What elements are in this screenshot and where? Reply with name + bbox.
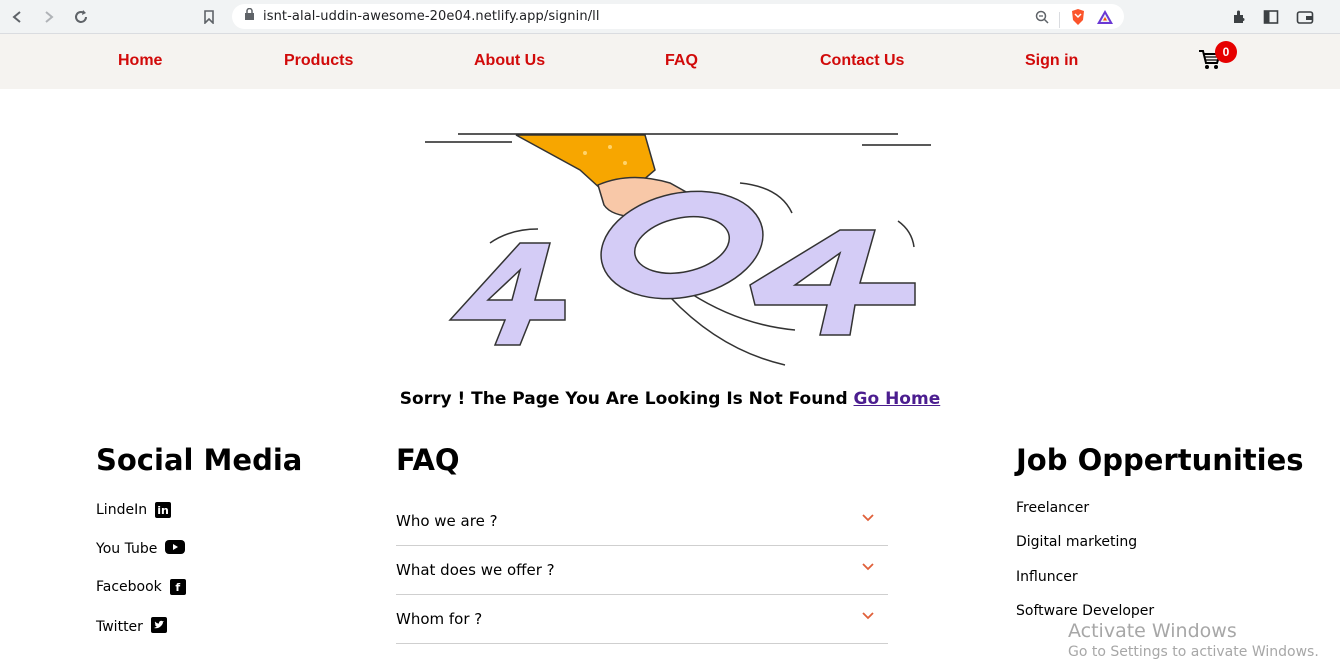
- chevron-down-icon[interactable]: [862, 510, 874, 522]
- social-item-twitter[interactable]: Twitter: [96, 617, 167, 637]
- url-text: isnt-alal-uddin-awesome-20e04.netlify.ap…: [263, 9, 600, 24]
- back-icon[interactable]: [6, 6, 28, 28]
- wallet-icon[interactable]: [1294, 6, 1316, 28]
- social-item-facebook[interactable]: Facebook f: [96, 579, 186, 595]
- nav-home-link[interactable]: Home: [118, 52, 162, 70]
- not-found-message: Sorry ! The Page You Are Looking Is Not …: [0, 389, 1340, 409]
- job-item-freelancer[interactable]: Freelancer: [1016, 500, 1089, 516]
- error-text: Sorry ! The Page You Are Looking Is Not …: [399, 389, 848, 409]
- chevron-down-icon[interactable]: [862, 559, 874, 571]
- go-home-link[interactable]: Go Home: [854, 389, 941, 409]
- faq-item[interactable]: Whom for ?: [396, 596, 888, 644]
- zoom-icon[interactable]: [1035, 10, 1049, 29]
- social-label: You Tube: [96, 541, 158, 557]
- nav-products-link[interactable]: Products: [284, 52, 353, 70]
- facebook-icon: f: [169, 579, 186, 595]
- social-media-title: Social Media: [96, 443, 303, 477]
- job-item-software-developer[interactable]: Software Developer: [1016, 603, 1154, 619]
- activate-windows-watermark: Activate Windows: [1068, 620, 1237, 642]
- faq-question: Who we are ?: [396, 512, 498, 530]
- faq-question: What does we offer ?: [396, 561, 555, 579]
- nav-signin-link[interactable]: Sign in: [1025, 52, 1078, 70]
- youtube-icon: [165, 540, 186, 558]
- social-item-youtube[interactable]: You Tube: [96, 540, 186, 558]
- faq-question: Whom for ?: [396, 610, 483, 628]
- address-bar[interactable]: isnt-alal-uddin-awesome-20e04.netlify.ap…: [232, 4, 1124, 29]
- linkedin-icon: in: [155, 502, 172, 518]
- nav-about-link[interactable]: About Us: [474, 52, 545, 70]
- social-item-linkedin[interactable]: LindeIn in: [96, 502, 172, 518]
- bookmark-icon[interactable]: [198, 6, 220, 28]
- social-label: LindeIn: [96, 502, 148, 518]
- forward-icon[interactable]: [38, 6, 60, 28]
- faq-item[interactable]: Who we are ?: [396, 498, 888, 546]
- extensions-icon[interactable]: [1228, 6, 1250, 28]
- social-label: Twitter: [96, 619, 143, 635]
- divider: [1059, 11, 1060, 28]
- activate-windows-subtext: Go to Settings to activate Windows.: [1068, 644, 1319, 660]
- browser-toolbar: isnt-alal-uddin-awesome-20e04.netlify.ap…: [0, 0, 1340, 34]
- sidebar-icon[interactable]: [1260, 6, 1282, 28]
- reload-icon[interactable]: [70, 6, 92, 28]
- faq-title: FAQ: [396, 443, 460, 477]
- twitter-icon: [150, 617, 167, 637]
- brave-rewards-icon[interactable]: [1096, 9, 1114, 30]
- not-found-illustration: [420, 125, 940, 375]
- lock-icon: [244, 7, 255, 26]
- cart-count-badge: 0: [1215, 41, 1237, 63]
- job-item-influencer[interactable]: Influncer: [1016, 569, 1078, 585]
- social-label: Facebook: [96, 579, 162, 595]
- chevron-down-icon[interactable]: [862, 608, 874, 620]
- jobs-title: Job Oppertunities: [1016, 443, 1304, 477]
- faq-item[interactable]: What does we offer ?: [396, 547, 888, 595]
- nav-contact-link[interactable]: Contact Us: [820, 52, 904, 70]
- job-item-digital-marketing[interactable]: Digital marketing: [1016, 534, 1137, 550]
- brave-shield-icon[interactable]: [1070, 8, 1086, 31]
- site-navbar: Home Products About Us FAQ Contact Us Si…: [0, 34, 1340, 89]
- nav-faq-link[interactable]: FAQ: [665, 52, 698, 70]
